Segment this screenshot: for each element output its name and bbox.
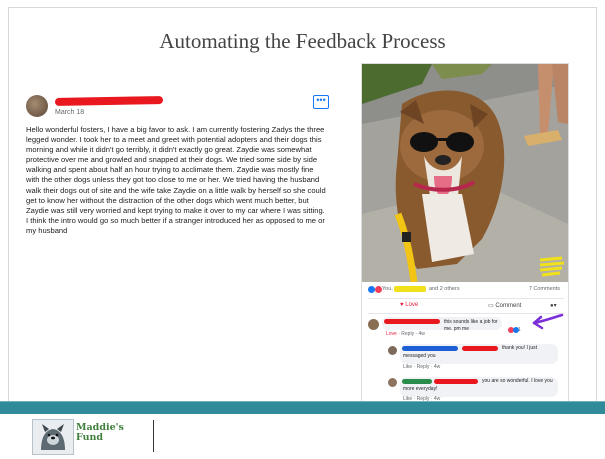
more-options-button[interactable]: ••• <box>313 95 329 109</box>
share-audience-button[interactable]: ●▾ <box>550 302 557 309</box>
reply-text: thank you! I just <box>502 345 538 351</box>
redacted-mention <box>462 346 498 351</box>
reply-meta[interactable]: Like · Reply · 4w <box>403 364 440 370</box>
like-icon <box>368 286 375 293</box>
redacted-name <box>384 319 440 324</box>
dog-logo-icon <box>33 420 73 454</box>
redacted-name <box>54 96 164 106</box>
reaction-icons <box>368 286 382 293</box>
commenter-avatar[interactable] <box>368 319 379 330</box>
reply-text: you are so wonderful. I love you <box>482 378 553 384</box>
dog-photo <box>362 64 568 282</box>
post-body: Hello wonderful fosters, I have a big fa… <box>26 125 326 235</box>
slide: Automating the Feedback Process March 18… <box>0 0 605 457</box>
love-button[interactable]: ♥ Love <box>400 302 418 308</box>
comment-text: this sounds like a job for me. pm me <box>444 319 498 332</box>
annotation-arrow-icon <box>532 313 564 330</box>
redacted-name <box>402 379 432 384</box>
maddies-fund-logo <box>32 419 74 455</box>
reaction-summary[interactable]: You, and 2 others 7 Comments <box>368 285 564 295</box>
reply-avatar[interactable] <box>388 378 397 387</box>
logo-wordmark: Maddie's Fund <box>76 423 124 443</box>
chevron-down-icon: ▾ <box>553 303 557 309</box>
redacted-name-highlight <box>394 286 426 292</box>
post-screenshot: You, and 2 others 7 Comments ♥ Love ▭ Co… <box>361 63 569 405</box>
right-rule <box>596 7 597 402</box>
dog-photo-illustration <box>362 64 568 282</box>
comment-label: Comment <box>495 303 522 309</box>
comment-bubble: this sounds like a job for me. pm me <box>382 317 502 332</box>
comment-reply-link[interactable]: · Reply · 4w <box>397 331 425 337</box>
comment-love-link[interactable]: Love <box>386 331 397 337</box>
reply-bubble: thank you! I just messaged you <box>400 344 558 364</box>
footer-divider <box>153 420 154 452</box>
comment-count[interactable]: 7 Comments <box>529 286 560 292</box>
redacted-name <box>402 346 458 351</box>
reply-avatar[interactable] <box>388 346 397 355</box>
slide-title: Automating the Feedback Process <box>159 29 446 53</box>
footer-teal-bar <box>0 402 605 414</box>
comment-reactions[interactable]: 1 <box>508 327 523 333</box>
post-date[interactable]: March 18 <box>55 109 84 116</box>
comment-meta: Love · Reply · 4w <box>386 331 425 337</box>
love-label: Love <box>405 302 419 308</box>
reaction-count: 1 <box>518 327 521 333</box>
reply-bubble: you are so wonderful. I love you more ev… <box>400 377 558 397</box>
reply-text-line2: messaged you <box>403 353 436 359</box>
logo-line2: Fund <box>76 432 104 443</box>
left-rule <box>8 7 9 402</box>
avatar[interactable] <box>26 95 48 117</box>
heart-icon <box>374 286 382 293</box>
redacted-mention <box>434 379 478 384</box>
reply-text-line2: more everyday! <box>403 386 438 392</box>
top-rule <box>8 7 597 8</box>
reactions-you: You, <box>382 286 393 292</box>
reactions-others: and 2 others <box>429 286 460 292</box>
comment-button[interactable]: ▭ Comment <box>488 302 521 309</box>
